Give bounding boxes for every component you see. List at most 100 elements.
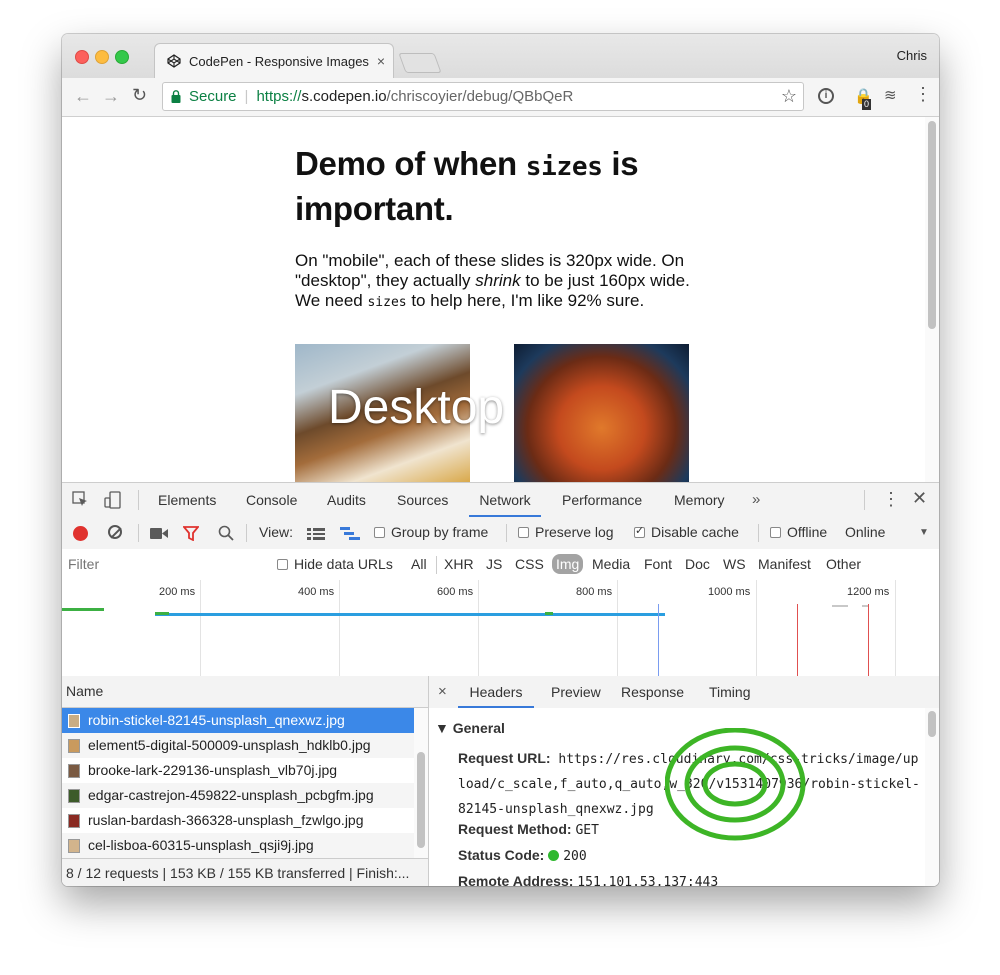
browser-menu-icon[interactable]: ⋮ [914, 84, 932, 105]
request-row[interactable]: element5-digital-500009-unsplash_hdklb0.… [62, 733, 414, 758]
forward-arrow-icon[interactable]: → [102, 86, 120, 107]
view-label: View: [259, 524, 293, 540]
browser-window: CodePen - Responsive Images × Chris ← → … [62, 34, 939, 886]
page-scrollbar[interactable] [925, 117, 939, 482]
offline-checkbox[interactable]: Offline [770, 524, 827, 540]
browser-toolbar: ← → ↻ Secure | https:// s.codepen.io /ch… [62, 78, 939, 117]
filter-type-css[interactable]: CSS [515, 556, 544, 572]
tab-close-icon[interactable]: × [377, 53, 385, 69]
back-arrow-icon[interactable]: ← [74, 86, 92, 107]
request-url-row: Request URL: https://res.cloudinary.com/… [458, 746, 920, 822]
preserve-log-checkbox[interactable]: Preserve log [518, 524, 614, 540]
load-event-marker [868, 604, 869, 676]
status-ok-icon [548, 850, 560, 861]
filter-type-all[interactable]: All [411, 556, 427, 572]
remote-address-row: Remote Address: 151.101.53.137:443 [458, 873, 718, 886]
devtools-close-icon[interactable]: ✕ [912, 488, 927, 509]
timeline-bar [832, 605, 848, 607]
minimize-window-button[interactable] [95, 50, 109, 64]
codepen-icon [167, 54, 181, 68]
tab-memory[interactable]: Memory [674, 483, 725, 517]
more-tabs-icon[interactable]: » [752, 491, 760, 508]
timeline-tick-label: 600 ms [437, 586, 474, 598]
tab-timing[interactable]: Timing [709, 676, 751, 708]
general-section-toggle[interactable]: ▼ General [435, 720, 505, 736]
request-row[interactable]: edgar-castrejon-459822-unsplash_pcbgfm.j… [62, 783, 414, 808]
waterfall-view-icon[interactable] [340, 527, 360, 541]
detail-scrollbar[interactable] [925, 708, 939, 886]
detail-scrollbar-thumb[interactable] [928, 711, 936, 737]
request-row[interactable]: cel-lisboa-60315-unsplash_qsji9j.jpg [62, 833, 414, 858]
filter-type-manifest[interactable]: Manifest [758, 556, 811, 572]
filter-input[interactable] [66, 553, 262, 575]
address-bar[interactable]: Secure | https:// s.codepen.io /chriscoy… [162, 82, 804, 111]
devtools-tab-bar: Elements Console Audits Sources Network … [62, 483, 939, 518]
bookmark-star-icon[interactable]: ☆ [781, 86, 797, 107]
detail-tab-bar: × Headers Preview Response Timing [429, 676, 939, 709]
tab-audits[interactable]: Audits [327, 483, 366, 517]
timeline-gridline [756, 580, 757, 676]
filter-type-media[interactable]: Media [592, 556, 630, 572]
remote-address-value: 151.101.53.137:443 [577, 875, 719, 886]
request-list: robin-stickel-82145-unsplash_qnexwz.jpg … [62, 708, 414, 858]
tab-console[interactable]: Console [246, 483, 297, 517]
tab-headers[interactable]: Headers [458, 676, 534, 708]
timeline-gridline [339, 580, 340, 676]
tab-performance[interactable]: Performance [562, 483, 642, 517]
filter-funnel-icon[interactable] [183, 526, 199, 541]
devtools-menu-icon[interactable]: ⋮ [882, 489, 900, 510]
timeline-tick-label: 800 ms [576, 586, 613, 598]
image-thumbnail-icon [68, 738, 80, 753]
name-column-header[interactable]: Name [62, 676, 428, 708]
chevron-down-icon[interactable]: ▼ [919, 527, 929, 538]
browser-tab-codepen[interactable]: CodePen - Responsive Images × [154, 43, 394, 78]
network-timeline[interactable]: 200 ms 400 ms 600 ms 800 ms 1000 ms 1200… [62, 580, 939, 677]
filter-type-font[interactable]: Font [644, 556, 672, 572]
timeline-bar [62, 608, 104, 611]
disable-cache-checkbox[interactable]: Disable cache [634, 524, 739, 540]
close-window-button[interactable] [75, 50, 89, 64]
clear-icon[interactable] [108, 525, 122, 539]
tab-network[interactable]: Network [469, 483, 541, 517]
filter-type-xhr[interactable]: XHR [444, 556, 474, 572]
filter-type-js[interactable]: JS [486, 556, 502, 572]
detail-close-icon[interactable]: × [438, 683, 447, 700]
throttle-select[interactable]: Online [845, 524, 885, 540]
group-by-frame-checkbox[interactable]: Group by frame [374, 524, 488, 540]
request-row[interactable]: ruslan-bardash-366328-unsplash_fzwlgo.jp… [62, 808, 414, 833]
network-toolbar: View: Group by frame Preserve log Disabl… [62, 517, 939, 550]
filter-type-doc[interactable]: Doc [685, 556, 710, 572]
info-extension-icon[interactable]: i [818, 88, 834, 104]
filter-type-ws[interactable]: WS [723, 556, 746, 572]
extension-badge: 0 [862, 99, 872, 110]
tab-preview[interactable]: Preview [551, 676, 601, 708]
timeline-tick-label: 1200 ms [847, 586, 890, 598]
inspect-element-icon[interactable] [72, 491, 88, 507]
filter-bar: Hide data URLs All XHR JS CSS Img Media … [62, 549, 939, 581]
tab-response[interactable]: Response [621, 676, 684, 708]
request-list-scrollbar[interactable] [414, 708, 428, 858]
list-view-icon[interactable] [307, 528, 325, 540]
request-row[interactable]: robin-stickel-82145-unsplash_qnexwz.jpg [62, 708, 414, 733]
zoom-window-button[interactable] [115, 50, 129, 64]
timeline-bar [545, 612, 553, 615]
page-scrollbar-thumb[interactable] [928, 121, 936, 329]
screenshot-camera-icon[interactable] [150, 528, 168, 539]
record-icon[interactable] [73, 526, 88, 541]
image-thumbnail-icon [68, 788, 80, 803]
request-list-scrollbar-thumb[interactable] [417, 752, 425, 848]
tab-sources[interactable]: Sources [397, 483, 448, 517]
request-row[interactable]: brooke-lark-229136-unsplash_vlb70j.jpg [62, 758, 414, 783]
tab-elements[interactable]: Elements [158, 483, 216, 517]
title-bar: CodePen - Responsive Images × Chris [62, 34, 939, 78]
network-summary: 8 / 12 requests | 153 KB / 155 KB transf… [62, 858, 428, 886]
new-tab-button[interactable] [398, 53, 442, 73]
layers-extension-icon[interactable]: ≋ [884, 86, 897, 104]
filter-type-img[interactable]: Img [552, 554, 584, 574]
device-toolbar-icon[interactable] [104, 491, 122, 509]
filter-type-other[interactable]: Other [826, 556, 861, 572]
profile-name[interactable]: Chris [897, 48, 927, 63]
hide-data-urls-checkbox[interactable]: Hide data URLs [277, 556, 393, 572]
reload-icon[interactable]: ↻ [132, 85, 147, 106]
search-icon[interactable] [218, 525, 234, 541]
